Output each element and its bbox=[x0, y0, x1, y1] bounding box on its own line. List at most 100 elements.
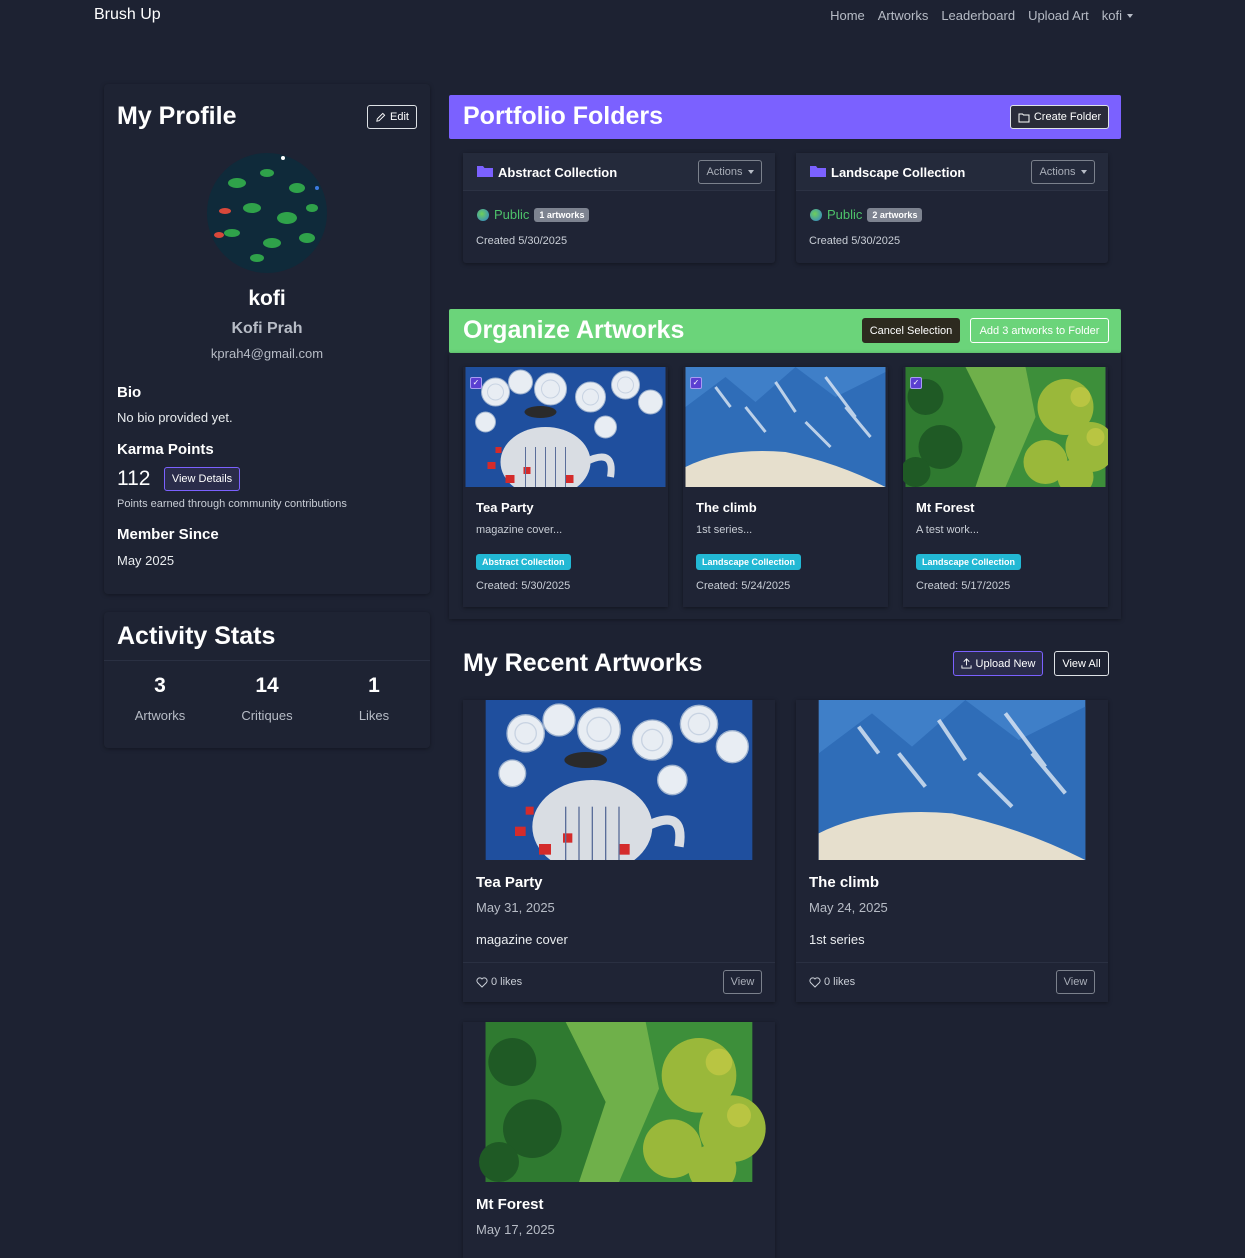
cancel-selection-button[interactable]: Cancel Selection bbox=[862, 318, 960, 343]
folder-card-landscape[interactable]: Landscape Collection Actions Public 2 ar… bbox=[796, 153, 1108, 263]
edit-label: Edit bbox=[390, 111, 409, 123]
folder-actions-button[interactable]: Actions bbox=[698, 160, 762, 184]
folder-created: Created 5/30/2025 bbox=[809, 235, 901, 247]
view-karma-details-button[interactable]: View Details bbox=[164, 467, 240, 491]
member-since-label: Member Since bbox=[117, 526, 219, 543]
artwork-date: May 24, 2025 bbox=[809, 900, 888, 915]
folder-name: Landscape Collection bbox=[831, 165, 966, 180]
profile-title: My Profile bbox=[117, 102, 237, 130]
folder-created: Created 5/30/2025 bbox=[476, 235, 568, 247]
caret-down-icon bbox=[747, 170, 754, 174]
select-card-mt-forest[interactable]: ✓ Mt Forest A test work... Landscape Col… bbox=[903, 367, 1108, 607]
profile-email: kprah4@gmail.com bbox=[210, 346, 324, 361]
create-folder-button[interactable]: Create Folder bbox=[1010, 105, 1109, 129]
heart-icon bbox=[809, 976, 821, 988]
folder-count-badge: 1 artworks bbox=[534, 207, 590, 222]
stat-artworks-value: 3 bbox=[154, 674, 166, 697]
folder-actions-label: Actions bbox=[706, 166, 743, 178]
bio-text: No bio provided yet. bbox=[117, 410, 233, 425]
artwork-card-the-climb[interactable]: The climb May 24, 2025 1st series 0 like… bbox=[796, 700, 1108, 1002]
artwork-thumbnail bbox=[463, 367, 668, 487]
folder-visibility: Public 1 artworks bbox=[477, 207, 590, 222]
select-card-desc: magazine cover... bbox=[476, 524, 563, 536]
selected-checkbox[interactable]: ✓ bbox=[470, 377, 482, 389]
select-card-title: Tea Party bbox=[476, 500, 534, 515]
select-card-tea-party[interactable]: ✓ Tea Party magazine cover... Abstract C… bbox=[463, 367, 668, 607]
card-divider bbox=[796, 962, 1108, 963]
top-nav: Home Artworks Leaderboard Upload Art kof… bbox=[830, 8, 1133, 23]
select-card-created: Created: 5/24/2025 bbox=[696, 580, 791, 592]
select-card-created: Created: 5/30/2025 bbox=[476, 580, 571, 592]
add-to-folder-button[interactable]: Add 3 artworks to Folder bbox=[970, 318, 1109, 343]
artwork-thumbnail bbox=[903, 367, 1108, 487]
view-artwork-button[interactable]: View bbox=[1056, 970, 1095, 994]
activity-stats-title: Activity Stats bbox=[117, 622, 276, 650]
artwork-date: May 31, 2025 bbox=[476, 900, 555, 915]
folder-name: Abstract Collection bbox=[498, 165, 618, 180]
like-control[interactable]: 0 likes bbox=[476, 976, 522, 988]
organize-artworks-header: Organize Artworks Cancel Selection Add 3… bbox=[449, 309, 1121, 353]
add-to-folder-label: Add 3 artworks to Folder bbox=[979, 324, 1100, 337]
organize-artworks-title: Organize Artworks bbox=[463, 316, 685, 344]
artwork-card-mt-forest[interactable]: Mt Forest May 17, 2025 bbox=[463, 1022, 775, 1258]
select-card-desc: A test work... bbox=[916, 524, 979, 536]
view-label: View bbox=[730, 976, 755, 988]
stat-likes-value: 1 bbox=[368, 674, 380, 697]
bio-label: Bio bbox=[117, 384, 142, 401]
selected-checkbox[interactable]: ✓ bbox=[910, 377, 922, 389]
folder-icon bbox=[477, 166, 493, 177]
view-details-label: View Details bbox=[171, 473, 233, 485]
nav-home[interactable]: Home bbox=[830, 8, 865, 23]
selected-checkbox[interactable]: ✓ bbox=[690, 377, 702, 389]
folder-actions-button[interactable]: Actions bbox=[1031, 160, 1095, 184]
edit-profile-button[interactable]: Edit bbox=[367, 105, 417, 129]
portfolio-folders-header: Portfolio Folders Create Folder bbox=[449, 95, 1121, 139]
folder-badge-text: Landscape Collection bbox=[916, 554, 1022, 570]
artwork-title[interactable]: Tea Party bbox=[476, 874, 542, 891]
folder-badge: Landscape Collection bbox=[916, 553, 1022, 570]
nav-username: kofi bbox=[1101, 8, 1122, 23]
heart-icon bbox=[476, 976, 488, 988]
globe-icon bbox=[810, 208, 822, 221]
folder-badge-text: Landscape Collection bbox=[696, 554, 802, 570]
stat-likes-label: Likes bbox=[358, 708, 390, 723]
karma-label: Karma Points bbox=[117, 441, 214, 458]
karma-value: 112 bbox=[117, 467, 151, 490]
like-control[interactable]: 0 likes bbox=[809, 976, 855, 988]
artwork-title[interactable]: Mt Forest bbox=[476, 1196, 544, 1213]
view-artwork-button[interactable]: View bbox=[723, 970, 762, 994]
brand-logo[interactable]: Brush Up bbox=[94, 6, 161, 24]
profile-username: kofi bbox=[248, 287, 286, 310]
folder-header: Abstract Collection Actions bbox=[463, 153, 775, 191]
artwork-thumbnail bbox=[683, 367, 888, 487]
artwork-image bbox=[463, 700, 775, 860]
nav-upload-art[interactable]: Upload Art bbox=[1028, 8, 1089, 23]
upload-new-button[interactable]: Upload New bbox=[953, 651, 1043, 676]
cancel-selection-label: Cancel Selection bbox=[869, 324, 953, 337]
select-card-the-climb[interactable]: ✓ The climb 1st series... Landscape Coll… bbox=[683, 367, 888, 607]
view-all-button[interactable]: View All bbox=[1054, 651, 1109, 676]
member-since-value: May 2025 bbox=[117, 553, 175, 568]
folder-header: Landscape Collection Actions bbox=[796, 153, 1108, 191]
likes-count: 0 likes bbox=[824, 976, 856, 988]
avatar bbox=[207, 153, 327, 273]
folder-badge: Landscape Collection bbox=[696, 553, 802, 570]
artwork-image bbox=[463, 1022, 775, 1182]
artwork-date: May 17, 2025 bbox=[476, 1222, 555, 1237]
nav-artworks[interactable]: Artworks bbox=[878, 8, 929, 23]
folder-badge-text: Abstract Collection bbox=[476, 554, 571, 570]
nav-user-menu[interactable]: kofi bbox=[1102, 8, 1133, 23]
nav-leaderboard[interactable]: Leaderboard bbox=[941, 8, 1015, 23]
upload-icon bbox=[960, 658, 972, 669]
artwork-card-tea-party[interactable]: Tea Party May 31, 2025 magazine cover 0 … bbox=[463, 700, 775, 1002]
folder-card-abstract[interactable]: Abstract Collection Actions Public 1 art… bbox=[463, 153, 775, 263]
artwork-title[interactable]: The climb bbox=[809, 874, 879, 891]
caret-down-icon bbox=[1080, 170, 1087, 174]
stat-divider bbox=[104, 660, 430, 661]
select-card-desc: 1st series... bbox=[696, 524, 753, 536]
stat-critiques-label: Critiques bbox=[241, 708, 293, 723]
recent-artworks-title: My Recent Artworks bbox=[463, 649, 703, 677]
folder-count-badge: 2 artworks bbox=[867, 207, 923, 222]
artwork-desc: magazine cover bbox=[476, 932, 568, 947]
karma-note: Points earned through community contribu… bbox=[117, 498, 347, 510]
